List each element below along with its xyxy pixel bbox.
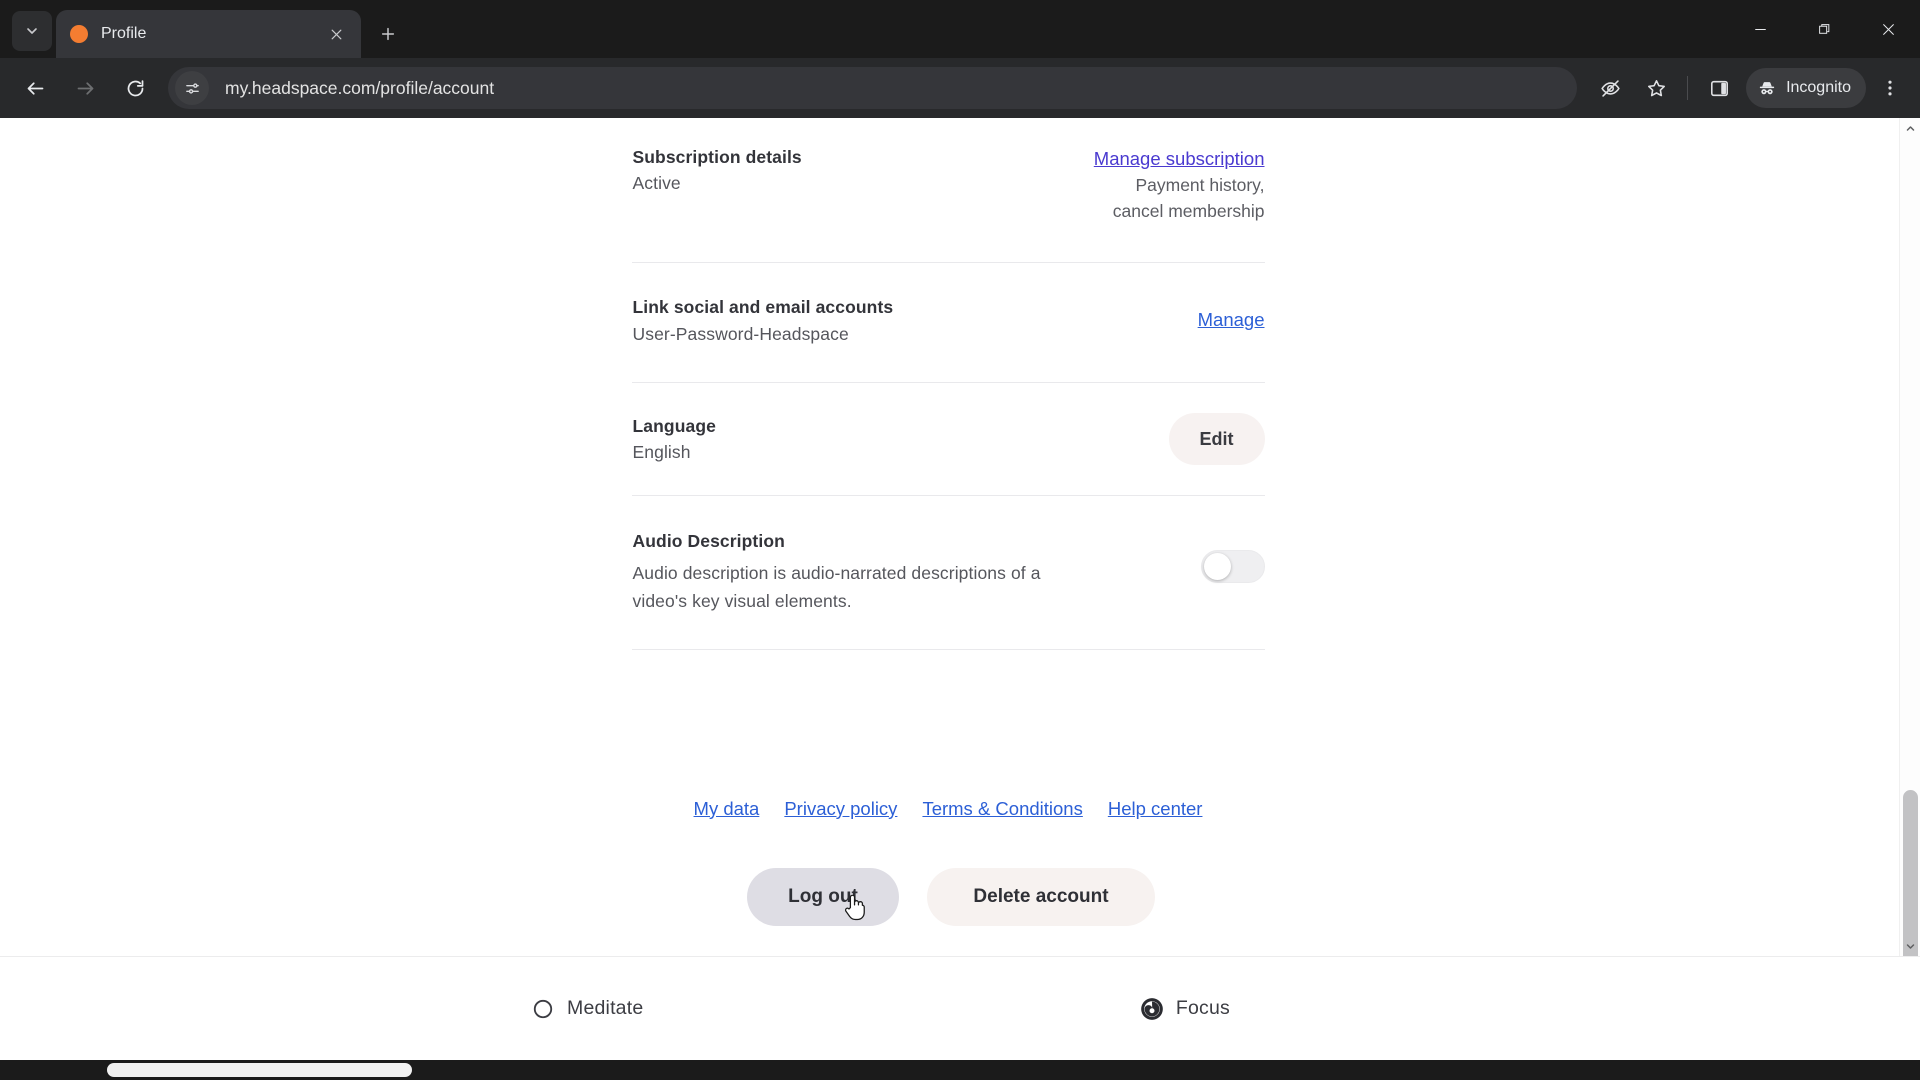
log-out-label: Log out (788, 885, 858, 907)
incognito-label: Incognito (1786, 79, 1851, 96)
vertical-scrollbar[interactable] (1899, 118, 1920, 956)
audio-description-line1: Audio description is audio-narrated desc… (632, 563, 1041, 584)
section-linked-accounts-action: Manage (1198, 294, 1265, 333)
section-audio-description-text: Audio Description Audio description is a… (632, 528, 1041, 615)
site-settings-icon[interactable] (175, 71, 209, 105)
audio-description-line2: video's key visual elements. (632, 590, 852, 611)
subscription-note-line1: Payment history, (1135, 174, 1265, 195)
circle-outline-icon (533, 999, 553, 1018)
manage-accounts-link[interactable]: Manage (1198, 307, 1265, 333)
footer-link-my-data[interactable]: My data (694, 798, 760, 820)
reload-icon (127, 79, 143, 96)
new-tab-button[interactable] (369, 15, 407, 53)
section-subscription-text: Subscription details Active (632, 144, 802, 197)
divider (631, 262, 1265, 264)
side-panel-icon (1710, 80, 1728, 96)
window-restore-button[interactable] (1792, 0, 1856, 58)
focus-spiral-icon (1141, 997, 1163, 1020)
window-controls (1728, 0, 1920, 58)
side-panel-button[interactable] (1699, 68, 1739, 108)
tab-favicon-icon (70, 25, 88, 43)
toolbar-divider (1687, 76, 1689, 100)
bottom-navigation-bar: Meditate Focus (0, 956, 1920, 1060)
footer-link-help-center[interactable]: Help center (1108, 798, 1203, 820)
nav-item-meditate[interactable]: Meditate (530, 996, 643, 1022)
footer-link-terms-conditions[interactable]: Terms & Conditions (922, 798, 1082, 820)
nav-label-meditate: Meditate (567, 997, 644, 1019)
chevron-down-icon (1906, 943, 1915, 949)
window-minimize-button[interactable] (1728, 0, 1792, 58)
account-settings-content: Subscription details Active Manage subsc… (631, 118, 1265, 926)
eye-off-icon (1600, 79, 1620, 97)
back-button[interactable] (14, 67, 56, 109)
restore-icon (1818, 23, 1829, 34)
horizontal-scrollbar-thumb[interactable] (107, 1063, 412, 1077)
page-viewport: Subscription details Active Manage subsc… (0, 118, 1920, 1080)
page-scroll-area: Subscription details Active Manage subsc… (0, 118, 1920, 956)
back-icon (27, 81, 43, 95)
section-title: Audio Description (632, 531, 785, 552)
chevron-down-icon (27, 28, 37, 34)
divider (631, 495, 1265, 497)
divider (631, 648, 1265, 650)
incognito-icon (1759, 82, 1775, 95)
forward-button[interactable] (64, 67, 106, 109)
nav-label-focus: Focus (1175, 997, 1230, 1019)
section-audio-description: Audio Description Audio description is a… (632, 528, 1265, 617)
tracking-protection-button[interactable] (1590, 68, 1630, 108)
section-subtitle: Active (632, 173, 681, 194)
tab-search-button[interactable] (12, 11, 52, 51)
section-subscription-action: Manage subscription Payment history, can… (1094, 144, 1265, 224)
section-title: Link social and email accounts (632, 297, 894, 318)
scroll-down-button[interactable] (1900, 936, 1920, 956)
account-action-buttons: Log out Delete account (632, 867, 1265, 926)
bookmark-button[interactable] (1636, 68, 1676, 108)
subscription-note-line2: cancel membership (1112, 201, 1265, 222)
browser-toolbar: my.headspace.com/profile/account Incogni… (0, 58, 1920, 118)
section-title: Language (632, 415, 716, 436)
browser-menu-button[interactable] (1870, 68, 1910, 108)
scroll-up-button[interactable] (1900, 118, 1920, 138)
forward-icon (77, 81, 93, 95)
tab-title: Profile (101, 25, 147, 42)
section-linked-accounts-text: Link social and email accounts User-Pass… (632, 294, 894, 347)
section-subscription: Subscription details Active Manage subsc… (632, 144, 1265, 226)
section-subtitle: User-Password-Headspace (632, 323, 849, 344)
nav-item-focus[interactable]: Focus (1139, 996, 1230, 1022)
reload-button[interactable] (114, 67, 156, 109)
footer-link-privacy-policy[interactable]: Privacy policy (784, 798, 897, 820)
horizontal-scrollbar[interactable] (0, 1060, 1920, 1080)
manage-subscription-link[interactable]: Manage subscription (1094, 146, 1265, 172)
section-linked-accounts: Link social and email accounts User-Pass… (632, 294, 1265, 349)
section-subtitle: English (632, 442, 691, 463)
tab-close-button[interactable] (323, 21, 349, 47)
bookmark-star-icon (1647, 79, 1665, 96)
edit-language-button[interactable]: Edit (1168, 413, 1265, 466)
close-icon (331, 29, 341, 39)
section-title: Subscription details (632, 147, 802, 167)
window-close-button[interactable] (1856, 0, 1920, 58)
audio-description-toggle[interactable] (1200, 550, 1265, 584)
toggle-knob (1203, 553, 1231, 581)
incognito-indicator[interactable]: Incognito (1746, 68, 1866, 108)
chevron-up-icon (1906, 125, 1915, 131)
address-bar[interactable]: my.headspace.com/profile/account (168, 67, 1578, 109)
vertical-scrollbar-thumb[interactable] (1903, 790, 1918, 956)
tab-strip: Profile (0, 0, 1920, 58)
bottom-nav-items: Meditate Focus (530, 996, 1230, 1022)
browser-tab-profile[interactable]: Profile (56, 10, 361, 58)
address-bar-url: my.headspace.com/profile/account (225, 77, 495, 98)
section-language: Language English Edit (632, 413, 1265, 468)
more-menu-icon (1888, 80, 1892, 96)
delete-account-button[interactable]: Delete account (927, 867, 1155, 926)
close-icon (1882, 23, 1894, 35)
section-language-text: Language English (632, 413, 716, 466)
minimize-icon (1754, 28, 1766, 30)
divider (631, 381, 1265, 383)
plus-icon (381, 27, 395, 41)
browser-window: Profile my.headspace.com/profile/account… (0, 0, 1920, 1080)
tune-sliders-icon (185, 82, 199, 94)
footer-links: My data Privacy policy Terms & Condition… (632, 798, 1265, 820)
log-out-button[interactable]: Log out (747, 867, 899, 926)
